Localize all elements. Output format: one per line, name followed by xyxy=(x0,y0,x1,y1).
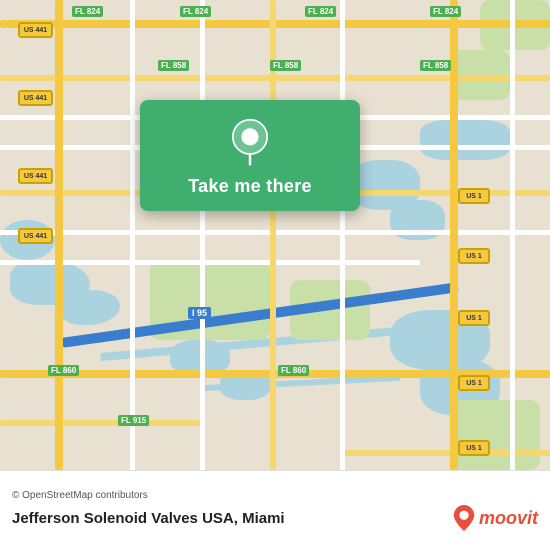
highway-badge-us1: US 1 xyxy=(458,248,490,264)
highway-badge-fl858: FL 858 xyxy=(420,60,451,71)
highway-badge-fl860: FL 860 xyxy=(48,365,79,376)
road xyxy=(0,260,420,265)
highway-badge-fl858: FL 858 xyxy=(270,60,301,71)
road xyxy=(340,450,550,456)
highway-badge-fl824: FL 824 xyxy=(305,6,336,17)
green-area xyxy=(450,400,540,470)
road xyxy=(340,0,345,470)
road xyxy=(55,0,63,470)
highway-badge-i95: I 95 xyxy=(188,307,211,319)
highway-badge-us1: US 1 xyxy=(458,375,490,391)
moovit-logo: moovit xyxy=(453,505,538,531)
highway-badge-us1: US 1 xyxy=(458,440,490,456)
moovit-brand-name: moovit xyxy=(479,508,538,529)
road xyxy=(450,0,458,470)
road xyxy=(0,420,200,426)
highway-badge-us1: US 1 xyxy=(458,310,490,326)
highway-badge-us441: US 441 xyxy=(18,22,53,38)
location-popup: Take me there xyxy=(140,100,360,211)
bottom-bar: © OpenStreetMap contributors Jefferson S… xyxy=(0,470,550,550)
map-attribution: © OpenStreetMap contributors xyxy=(12,490,538,501)
water-body xyxy=(60,290,120,325)
road xyxy=(510,0,515,470)
moovit-pin-icon xyxy=(453,505,475,531)
highway-badge-fl824: FL 824 xyxy=(72,6,103,17)
road xyxy=(130,0,135,470)
take-me-there-button[interactable]: Take me there xyxy=(188,176,312,197)
road xyxy=(200,0,205,470)
water-body xyxy=(420,120,510,160)
highway-badge-fl824: FL 824 xyxy=(430,6,461,17)
highway-badge-us1: US 1 xyxy=(458,188,490,204)
highway-badge-fl860: FL 860 xyxy=(278,365,309,376)
place-name: Jefferson Solenoid Valves USA, Miami xyxy=(12,510,285,527)
highway-badge-fl824: FL 824 xyxy=(180,6,211,17)
location-pin-icon xyxy=(226,118,274,166)
highway-badge-fl915: FL 915 xyxy=(118,415,149,426)
map-area[interactable]: US 441 US 441 US 441 US 441 FL 824 FL 82… xyxy=(0,0,550,470)
highway-badge-us441: US 441 xyxy=(18,90,53,106)
highway-badge-us441: US 441 xyxy=(18,228,53,244)
highway-badge-fl858: FL 858 xyxy=(158,60,189,71)
highway-badge-us441: US 441 xyxy=(18,168,53,184)
